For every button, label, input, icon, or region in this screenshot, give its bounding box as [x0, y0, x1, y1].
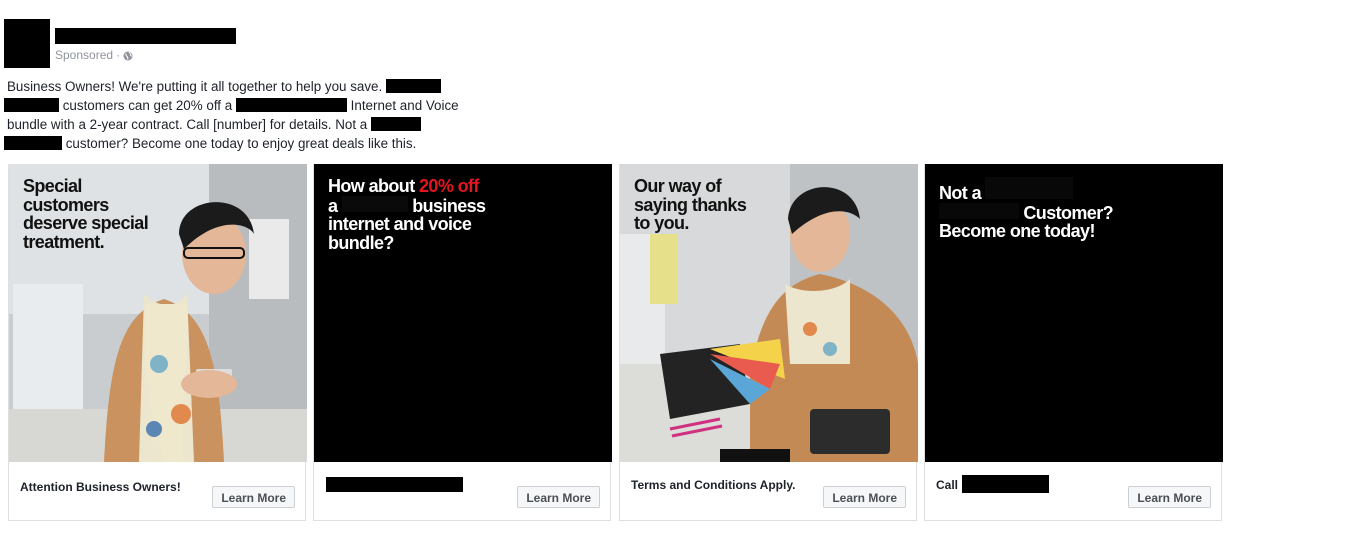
card-image[interactable]: Our way of saying thanks to you. — [620, 164, 918, 462]
learn-more-button[interactable]: Learn More — [823, 486, 906, 508]
card-image[interactable]: Not a Customer? Become one today! — [925, 164, 1223, 462]
headline-text: Customer? — [1023, 202, 1114, 223]
redacted-text — [370, 117, 421, 132]
card-footer: Attention Business Owners! Learn More — [9, 462, 307, 521]
headline-line: internet and voice — [328, 214, 472, 234]
post-text-line: customers can get 20% off a — [62, 98, 233, 113]
headline-text: Not a — [939, 183, 982, 203]
card-footer-text: Call — [936, 478, 959, 492]
carousel-card[interactable]: Our way of saying thanks to you. Terms a… — [619, 164, 918, 521]
redacted-text — [985, 177, 1074, 199]
card-image[interactable]: How about 20% off a business internet an… — [314, 164, 612, 462]
globe-icon — [123, 51, 133, 61]
redacted-text — [4, 136, 62, 151]
headline-line: Our way of — [634, 176, 722, 196]
card-footer: Call Learn More — [925, 462, 1223, 521]
headline-text: How about — [328, 176, 419, 196]
post-text-line: bundle with a 2-year contract. Call [num… — [7, 117, 368, 132]
headline-text: business — [412, 195, 486, 216]
post-text-line: Internet and Voice — [350, 98, 459, 113]
headline-line: Become one today! — [939, 221, 1095, 241]
redacted-text — [385, 79, 441, 94]
redacted-text — [962, 475, 1049, 493]
card-headline: Special customers deserve special treatm… — [23, 176, 149, 252]
carousel-card[interactable]: Special customers deserve special treatm… — [8, 164, 307, 521]
post-meta: Sponsored · — [55, 48, 133, 62]
card-headline: Not a Customer? Become one today! — [939, 177, 1114, 241]
headline-line: Not a — [939, 177, 1113, 203]
redacted-text — [4, 98, 59, 113]
learn-more-button[interactable]: Learn More — [212, 486, 295, 508]
headline-line: a business — [328, 195, 486, 216]
post-text-line: Business Owners! We're putting it all to… — [7, 79, 383, 94]
headline-line: bundle? — [328, 232, 394, 253]
learn-more-button[interactable]: Learn More — [1128, 486, 1211, 508]
post-text-line: customer? Become one today to enjoy grea… — [65, 136, 417, 151]
carousel-card[interactable]: Not a Customer? Become one today! Call L… — [924, 164, 1223, 521]
card-image[interactable]: Special customers deserve special treatm… — [9, 164, 307, 462]
headline-line: customers — [23, 194, 109, 215]
headline-line: How about 20% off — [328, 177, 485, 196]
post-text: Business Owners! We're putting it all to… — [4, 77, 487, 153]
learn-more-button[interactable]: Learn More — [517, 486, 600, 508]
sponsored-label[interactable]: Sponsored — [55, 48, 113, 62]
page-name-redacted[interactable] — [55, 28, 236, 44]
card-footer-text: Terms and Conditions Apply. — [631, 478, 796, 492]
headline-line: deserve special — [23, 213, 149, 233]
redacted-text — [939, 202, 1019, 219]
meta-separator: · — [116, 48, 121, 62]
headline-line: Customer? — [939, 202, 1114, 223]
headline-line: to you. — [634, 213, 689, 233]
redacted-text — [326, 477, 463, 492]
headline-line: treatment. — [23, 231, 105, 252]
card-headline: Our way of saying thanks to you. — [634, 176, 747, 233]
headline-line: saying thanks — [634, 194, 747, 215]
card-headline: How about 20% off a business internet an… — [328, 177, 486, 253]
headline-text: a — [328, 195, 338, 216]
redacted-text — [341, 195, 408, 212]
page-avatar[interactable] — [4, 19, 50, 68]
headline-line: Special — [23, 176, 82, 196]
headline-highlight: 20% off — [419, 176, 479, 196]
carousel-card[interactable]: How about 20% off a business internet an… — [313, 164, 612, 521]
card-footer: Terms and Conditions Apply. Learn More — [620, 462, 918, 521]
redacted-text — [235, 98, 347, 113]
card-footer-text: Attention Business Owners! — [20, 480, 181, 494]
card-footer: Learn More — [314, 462, 612, 521]
